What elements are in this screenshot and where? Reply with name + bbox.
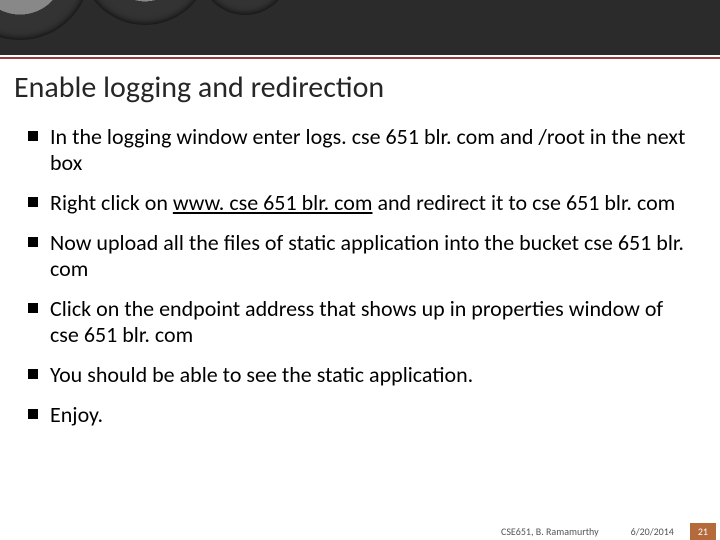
list-item: Now upload all the files of static appli…: [26, 230, 694, 282]
list-item: Enjoy.: [26, 402, 694, 428]
slide-title: Enable logging and redirection: [0, 59, 720, 112]
slide-body: In the logging window enter logs. cse 65…: [0, 124, 720, 428]
hyperlink-text[interactable]: www. cse 651 blr. com: [173, 189, 373, 216]
footer-page-number: 21: [690, 523, 716, 540]
footer-course: CSE651, B. Ramamurthy: [485, 525, 615, 538]
bullet-list: In the logging window enter logs. cse 65…: [26, 124, 694, 428]
gear-icon: [80, 0, 210, 25]
list-item: You should be able to see the static app…: [26, 362, 694, 388]
gear-icon: [200, 0, 290, 15]
bullet-text-pre: Right click on: [50, 189, 173, 216]
list-item: In the logging window enter logs. cse 65…: [26, 124, 694, 176]
list-item: Click on the endpoint address that shows…: [26, 296, 694, 348]
bullet-text: Enjoy.: [50, 401, 103, 428]
bullet-text: Now upload all the files of static appli…: [50, 229, 684, 282]
bullet-text: You should be able to see the static app…: [50, 361, 473, 388]
decorative-top-band: [0, 0, 720, 55]
slide: Enable logging and redirection In the lo…: [0, 0, 720, 540]
footer-date: 6/20/2014: [615, 525, 690, 538]
gear-icon: [0, 0, 90, 40]
slide-footer: CSE651, B. Ramamurthy 6/20/2014 21: [0, 522, 720, 540]
list-item: Right click on www. cse 651 blr. com and…: [26, 190, 694, 216]
bullet-text: In the logging window enter logs. cse 65…: [50, 123, 685, 176]
bullet-text-post: and redirect it to cse 651 blr. com: [372, 189, 675, 216]
bullet-text: Click on the endpoint address that shows…: [50, 295, 663, 348]
